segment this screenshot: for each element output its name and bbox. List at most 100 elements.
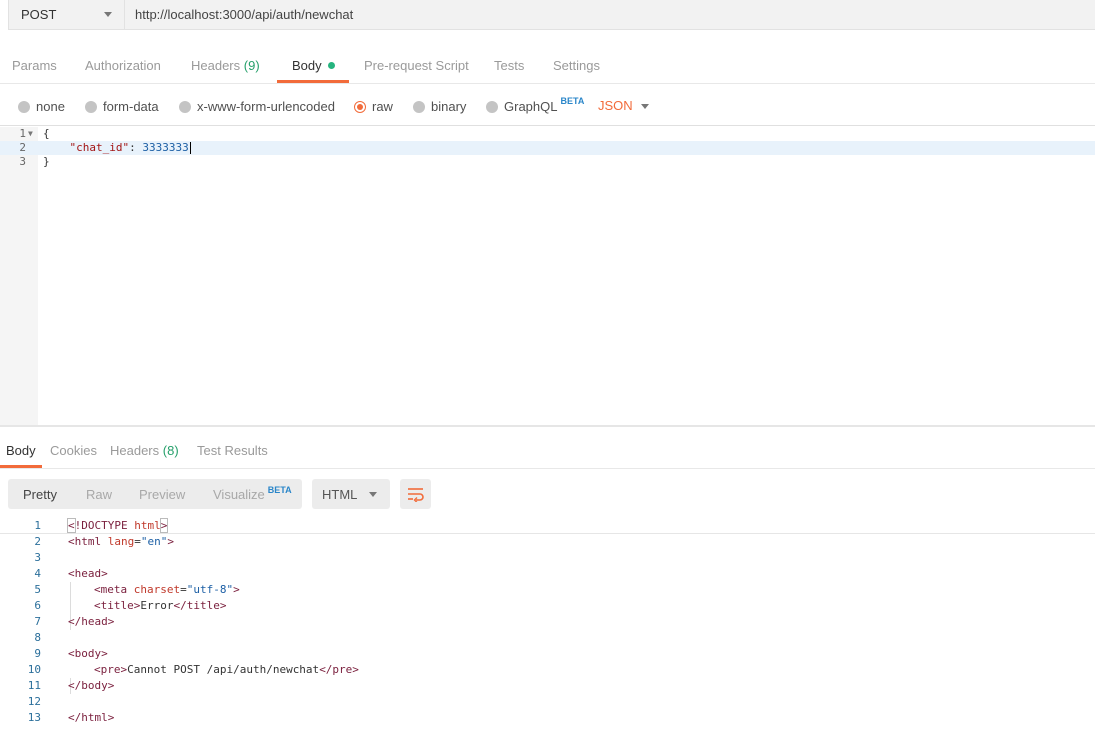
tab-settings[interactable]: Settings: [553, 58, 600, 73]
radio-circle-icon: [413, 100, 425, 113]
radio-circle-icon: [179, 100, 191, 113]
url-value: http://localhost:3000/api/auth/newchat: [135, 7, 354, 22]
view-raw[interactable]: Raw: [86, 487, 112, 502]
code-line: 5 <meta charset="utf-8">: [0, 582, 1095, 598]
code-line: 11 </body>: [0, 678, 1095, 694]
attribute-value: "utf-8": [186, 583, 234, 596]
method-select[interactable]: POST: [8, 0, 125, 30]
line-number: 12: [27, 695, 41, 708]
line-number: 1: [19, 127, 26, 140]
code-line: 1 ▼ {: [0, 127, 1095, 141]
code-text: }: [43, 155, 50, 168]
line-number: 9: [34, 647, 41, 660]
line-number: 7: [34, 615, 41, 628]
line-number: 8: [34, 631, 41, 644]
radio-label: GraphQL: [504, 99, 558, 114]
radio-selected-icon: [354, 100, 366, 113]
line-number: 10: [27, 663, 41, 676]
code-text: "chat_id": 3333333: [43, 141, 191, 155]
body-type-options: none form-data x-www-form-urlencoded raw…: [0, 86, 1095, 126]
line-number: 6: [34, 599, 41, 612]
view-visualize[interactable]: Visualize BETA: [213, 485, 292, 502]
code-line: 7 </head>: [0, 614, 1095, 630]
radio-binary[interactable]: binary: [413, 99, 466, 114]
bracket-match: >: [159, 518, 169, 533]
wrap-lines-button[interactable]: [400, 479, 431, 509]
attribute: charset: [133, 583, 181, 596]
tag-close: >: [167, 535, 174, 548]
response-format-select[interactable]: HTML: [312, 479, 390, 509]
json-sep: :: [129, 141, 143, 154]
tag: <pre>: [94, 663, 128, 676]
radio-none[interactable]: none: [18, 99, 65, 114]
radio-label: form-data: [103, 99, 159, 114]
line-gutter: [0, 127, 38, 425]
visualize-label: Visualize: [213, 487, 265, 502]
wrap-lines-icon: [407, 488, 424, 502]
tab-authorization[interactable]: Authorization: [85, 58, 161, 73]
line-number: 2: [34, 535, 41, 548]
line-number: 3: [34, 551, 41, 564]
tag-close: >: [233, 583, 240, 596]
request-tabs: Params Authorization Headers (9) Body Pr…: [0, 46, 1095, 84]
radio-label: x-www-form-urlencoded: [197, 99, 335, 114]
radio-label: raw: [372, 99, 393, 114]
code-text: <html lang="en">: [68, 534, 174, 550]
code-text: <meta charset="utf-8">: [94, 582, 240, 598]
tab-response-headers[interactable]: Headers (8): [110, 443, 179, 458]
code-text: <!DOCTYPE html>: [67, 518, 169, 534]
radio-graphql[interactable]: GraphQL BETA: [486, 95, 585, 114]
radio-label: binary: [431, 99, 467, 114]
radio-form-data[interactable]: form-data: [85, 99, 159, 114]
beta-badge: BETA: [267, 485, 292, 495]
beta-badge: BETA: [560, 95, 585, 106]
tab-pre-request-script[interactable]: Pre-request Script: [364, 58, 469, 73]
view-pretty[interactable]: Pretty: [23, 487, 57, 502]
radio-circle-icon: [486, 100, 498, 113]
line-number: 5: [34, 583, 41, 596]
tab-body[interactable]: Body: [292, 58, 335, 73]
tab-test-results[interactable]: Test Results: [197, 443, 268, 458]
request-body-editor[interactable]: 1 ▼ { 2 "chat_id": 3333333 3 }: [0, 127, 1095, 425]
code-text: <body>: [68, 647, 108, 660]
view-preview[interactable]: Preview: [139, 487, 185, 502]
radio-raw[interactable]: raw: [354, 99, 393, 114]
attribute-value: "en": [140, 535, 168, 548]
code-line: 4 <head>: [0, 566, 1095, 582]
code-line: 3 }: [0, 155, 1095, 169]
tab-params[interactable]: Params: [12, 58, 57, 73]
bracket-match: <: [67, 518, 76, 533]
text-content: Error: [140, 599, 174, 612]
line-number: 13: [27, 711, 41, 724]
headers-count-badge: (8): [162, 443, 179, 458]
code-line: 12: [0, 694, 1095, 710]
body-format-select[interactable]: JSON: [598, 98, 633, 113]
code-line: 9 <body>: [0, 646, 1095, 662]
active-tab-underline: [277, 80, 349, 83]
line-number: 11: [27, 679, 41, 692]
tab-response-body[interactable]: Body: [6, 443, 36, 458]
request-url-bar: POST http://localhost:3000/api/auth/newc…: [0, 0, 1095, 32]
code-text: {: [43, 127, 50, 140]
method-label: POST: [21, 7, 57, 22]
code-line: 8: [0, 630, 1095, 646]
tab-headers[interactable]: Headers (9): [191, 58, 260, 73]
tab-headers-label: Headers: [110, 443, 160, 458]
response-tabs: Body Cookies Headers (8) Test Results: [0, 427, 1095, 469]
tab-body-label: Body: [292, 58, 322, 73]
fold-arrow-icon[interactable]: ▼: [28, 127, 33, 141]
tab-cookies[interactable]: Cookies: [50, 443, 97, 458]
headers-count-badge: (9): [243, 58, 260, 73]
response-body-viewer[interactable]: 1 <!DOCTYPE html> 2 <html lang="en"> 3 4…: [0, 518, 1095, 733]
tag: </title>: [173, 599, 227, 612]
text-cursor: [189, 142, 191, 154]
code-text: <head>: [68, 567, 108, 580]
code-line: 10 <pre>Cannot POST /api/auth/newchat</p…: [0, 662, 1095, 678]
radio-urlencoded[interactable]: x-www-form-urlencoded: [179, 99, 335, 114]
code-text: </body>: [68, 679, 115, 692]
url-input[interactable]: http://localhost:3000/api/auth/newchat: [125, 0, 1095, 30]
code-line: 1 <!DOCTYPE html>: [0, 518, 1095, 534]
chevron-down-icon[interactable]: [641, 104, 649, 109]
tab-tests[interactable]: Tests: [494, 58, 524, 73]
